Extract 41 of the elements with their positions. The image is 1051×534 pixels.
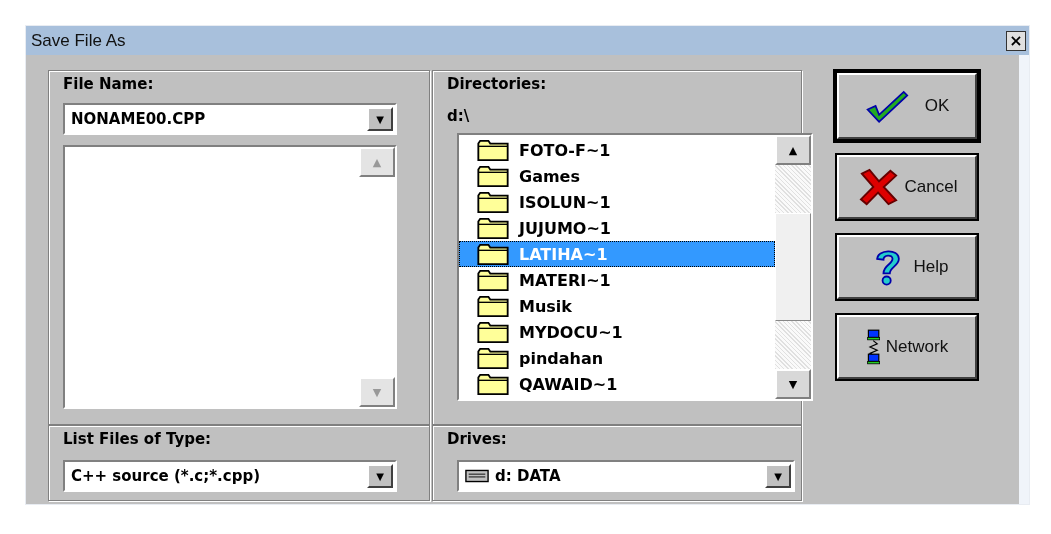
dialog-button[interactable]: Network [837, 315, 977, 379]
field-label: File Name: [63, 75, 155, 95]
dropdown-field[interactable]: C++ source (*.c;*.cpp) ▼ [63, 460, 397, 492]
field-label: Drives: [447, 430, 508, 450]
directory-item[interactable]: JUJUMO~1 [459, 215, 775, 241]
field-label: List Files of Type: [63, 430, 213, 450]
network-icon [865, 327, 882, 367]
dropdown-field[interactable]: d: DATA ▼ [457, 460, 795, 492]
directory-item[interactable]: Musik [459, 293, 775, 319]
directory-item[interactable]: pindahan [459, 345, 775, 371]
folder-icon [477, 217, 509, 239]
scroll-up-button[interactable]: ▲ [775, 135, 811, 165]
directory-item[interactable]: QAWAID~1 [459, 371, 775, 397]
directory-item[interactable]: MATERI~1 [459, 267, 775, 293]
directory-item[interactable]: Games [459, 163, 775, 189]
directory-list[interactable]: FOTO-F~1 Games ISOLUN~1 JUJUMO~1 LATIHA~1 MATERI~1 Musik MYDOCU~1 pindahan QAWAID~1 ▲ ▼ [457, 133, 813, 401]
directory-path: d:\ [447, 106, 471, 127]
dropdown-button[interactable]: ▼ [367, 107, 393, 131]
directory-item[interactable]: ISOLUN~1 [459, 189, 775, 215]
folder-icon [477, 373, 509, 395]
folder-icon [477, 269, 509, 291]
field-label: Directories: [447, 75, 548, 95]
scroll-down-button[interactable]: ▼ [775, 369, 811, 399]
dropdown-button[interactable]: ▼ [765, 464, 791, 488]
folder-icon [477, 139, 509, 161]
dialog-button[interactable]: Cancel [837, 155, 977, 219]
scroll-thumb[interactable] [775, 213, 811, 321]
folder-icon [477, 243, 509, 265]
directory-item[interactable]: FOTO-F~1 [459, 137, 775, 163]
folder-icon [477, 321, 509, 343]
folder-icon [477, 191, 509, 213]
dropdown-field[interactable]: NONAME00.CPP ▼ [63, 103, 397, 135]
folder-icon [477, 295, 509, 317]
window-title: Save File As [31, 30, 126, 51]
dialog-button[interactable]: Help [837, 235, 977, 299]
directory-item[interactable]: MYDOCU~1 [459, 319, 775, 345]
close-button[interactable]: × [1006, 30, 1026, 51]
folder-icon [477, 165, 509, 187]
folder-icon [477, 347, 509, 369]
dropdown-button[interactable]: ▼ [367, 464, 393, 488]
drive-icon [465, 469, 489, 483]
